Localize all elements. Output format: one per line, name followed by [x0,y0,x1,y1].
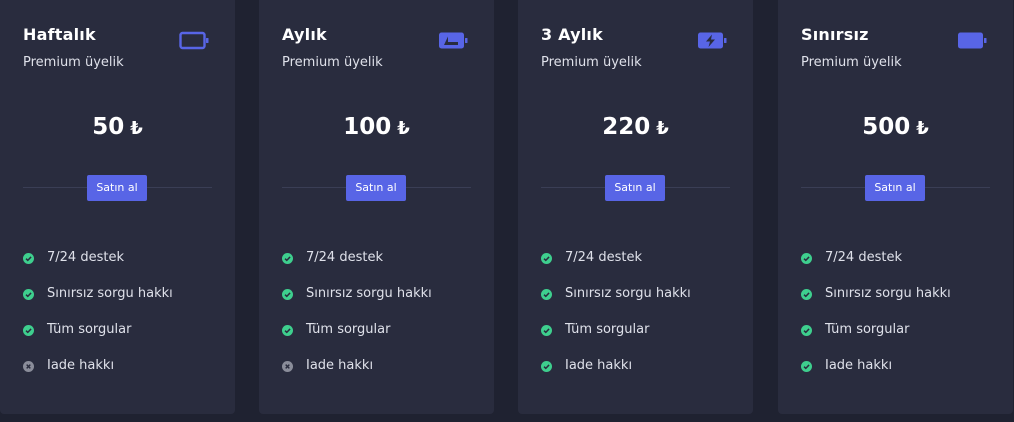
plan-card-quarterly: 3 Aylık Premium üyelik 220 ₺ Satın al 7/2… [518,0,753,414]
check-circle-icon [801,289,812,300]
feature-label: Iade hakkı [47,358,115,373]
plan-card-weekly: Haftalık Premium üyelik 50 ₺ Satın al 7/2… [0,0,235,414]
feature-label: Sınırsız sorgu hakkı [825,286,951,301]
battery-full-icon [958,32,987,49]
feature-label: Iade hakkı [306,358,374,373]
plan-subtitle: Premium üyelik [282,55,383,70]
check-circle-icon [801,361,812,372]
price-amount: 100 [343,114,392,140]
x-circle-icon [282,361,293,372]
check-circle-icon [801,253,812,264]
feature-list: 7/24 destek Sınırsız sorgu hakkı Tüm sor… [801,250,951,394]
feature-item: Sınırsız sorgu hakkı [282,286,432,322]
x-circle-icon [23,361,34,372]
feature-item: Sınırsız sorgu hakkı [23,286,173,322]
feature-list: 7/24 destek Sınırsız sorgu hakkı Tüm sor… [541,250,691,394]
buy-button[interactable]: Satın al [865,175,925,201]
battery-charging-icon [698,32,727,49]
plan-title: Aylık [282,25,327,44]
battery-empty-icon [179,31,209,50]
feature-item: Tüm sorgular [23,322,173,358]
feature-item: 7/24 destek [801,250,951,286]
feature-label: Sınırsız sorgu hakkı [47,286,173,301]
feature-item: Tüm sorgular [541,322,691,358]
feature-item: Iade hakkı [23,358,173,394]
feature-label: Sınırsız sorgu hakkı [565,286,691,301]
feature-item: 7/24 destek [541,250,691,286]
check-circle-icon [282,253,293,264]
feature-item: Tüm sorgular [282,322,432,358]
check-circle-icon [801,325,812,336]
plan-card-monthly: Aylık Premium üyelik 100 ₺ Satın al 7/24 … [259,0,494,414]
plan-price: 50 ₺ [0,114,235,140]
plan-subtitle: Premium üyelik [541,55,642,70]
price-amount: 220 [602,114,651,140]
check-circle-icon [23,289,34,300]
feature-list: 7/24 destek Sınırsız sorgu hakkı Tüm sor… [23,250,173,394]
check-circle-icon [541,289,552,300]
feature-label: Tüm sorgular [565,322,650,337]
feature-list: 7/24 destek Sınırsız sorgu hakkı Tüm sor… [282,250,432,394]
price-amount: 500 [862,114,911,140]
plan-title: Sınırsız [801,25,869,44]
plan-price: 500 ₺ [778,114,1013,140]
feature-label: Tüm sorgular [47,322,132,337]
check-circle-icon [23,253,34,264]
currency-symbol: ₺ [916,118,929,139]
buy-button[interactable]: Satın al [605,175,665,201]
feature-label: 7/24 destek [825,250,902,265]
check-circle-icon [282,289,293,300]
feature-item: Sınırsız sorgu hakkı [541,286,691,322]
plan-title: 3 Aylık [541,25,603,44]
currency-symbol: ₺ [397,118,410,139]
plan-price: 100 ₺ [259,114,494,140]
pricing-grid: Haftalık Premium üyelik 50 ₺ Satın al 7/2… [0,0,1014,422]
feature-label: Sınırsız sorgu hakkı [306,286,432,301]
currency-symbol: ₺ [656,118,669,139]
plan-title: Haftalık [23,25,96,44]
feature-label: 7/24 destek [565,250,642,265]
feature-label: Iade hakkı [825,358,893,373]
price-amount: 50 [92,114,125,140]
check-circle-icon [23,325,34,336]
feature-label: Iade hakkı [565,358,633,373]
plan-subtitle: Premium üyelik [23,55,124,70]
feature-item: 7/24 destek [282,250,432,286]
plan-price: 220 ₺ [518,114,753,140]
battery-half-icon [439,32,468,49]
feature-item: Iade hakkı [282,358,432,394]
check-circle-icon [282,325,293,336]
feature-label: 7/24 destek [47,250,124,265]
buy-button[interactable]: Satın al [346,175,406,201]
feature-item: Sınırsız sorgu hakkı [801,286,951,322]
check-circle-icon [541,361,552,372]
feature-label: 7/24 destek [306,250,383,265]
check-circle-icon [541,253,552,264]
feature-label: Tüm sorgular [825,322,910,337]
plan-card-unlimited: Sınırsız Premium üyelik 500 ₺ Satın al 7/… [778,0,1013,414]
check-circle-icon [541,325,552,336]
buy-button[interactable]: Satın al [87,175,147,201]
currency-symbol: ₺ [130,118,143,139]
plan-subtitle: Premium üyelik [801,55,902,70]
feature-label: Tüm sorgular [306,322,391,337]
feature-item: Tüm sorgular [801,322,951,358]
feature-item: Iade hakkı [801,358,951,394]
feature-item: Iade hakkı [541,358,691,394]
feature-item: 7/24 destek [23,250,173,286]
